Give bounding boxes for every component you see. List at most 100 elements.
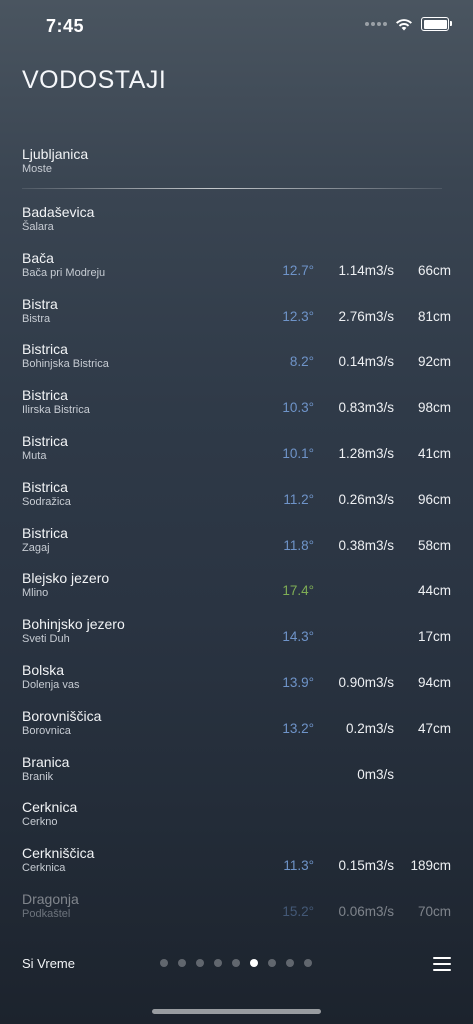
status-time: 7:45 — [46, 16, 85, 36]
page-dot[interactable] — [268, 959, 276, 967]
station-row[interactable]: Bohinjsko jezero Sveti Duh 14.3° 17cm — [0, 616, 473, 662]
river-name: Branica — [22, 753, 70, 770]
station-row[interactable]: Borovniščica Borovnica 13.2° 0.2m3/s 47cm — [0, 708, 473, 754]
station-names: Branica Branik — [22, 754, 69, 784]
water-flow: 0.14m3/s — [338, 354, 394, 370]
water-flow: 0.83m3/s — [338, 400, 394, 416]
station-names: Bistra Bistra — [22, 296, 58, 326]
page-dot[interactable] — [196, 959, 204, 967]
station-names: Bistrica Ilirska Bistrica — [22, 387, 90, 417]
water-temperature: 11.8° — [283, 537, 314, 553]
water-level: 92cm — [417, 354, 451, 370]
page-dot[interactable] — [178, 959, 186, 967]
water-flow: 0.2m3/s — [345, 720, 394, 736]
station-row[interactable]: Cerkniščica Cerknica 11.3° 0.15m3/s 189cm — [0, 845, 473, 891]
water-temperature: 14.3° — [282, 629, 314, 645]
status-bar: 7:45 — [0, 0, 473, 50]
water-level: 58cm — [417, 537, 451, 553]
water-temperature: 15.2° — [282, 903, 314, 919]
page-dot[interactable] — [304, 959, 312, 967]
station-names: Bistrica Bohinjska Bistrica — [22, 341, 109, 371]
river-name: Bistrica — [22, 478, 68, 495]
station-name: Muta — [22, 449, 47, 462]
water-level: 41cm — [417, 445, 451, 461]
station-names: Blejsko jezero Mlino — [22, 570, 109, 600]
page-dot[interactable] — [214, 959, 222, 967]
station-row[interactable]: Bača Bača pri Modreju 12.7° 1.14m3/s 66cm — [0, 250, 473, 296]
favorite-station[interactable]: Ljubljanica Moste — [22, 146, 88, 176]
water-flow: 0.90m3/s — [338, 674, 394, 690]
water-temperature: 17.4° — [282, 583, 314, 599]
water-flow: 2.76m3/s — [338, 308, 394, 324]
favorite-station-name: Moste — [22, 163, 52, 175]
station-row[interactable]: Bolska Dolenja vas 13.9° 0.90m3/s 94cm — [0, 662, 473, 708]
home-indicator[interactable] — [152, 1009, 321, 1014]
water-temperature: 11.2° — [283, 491, 314, 507]
station-name: Borovnica — [22, 724, 71, 737]
river-name: Bistrica — [22, 387, 68, 404]
station-name: Sodražica — [22, 495, 71, 508]
water-flow: 0m3/s — [357, 766, 394, 782]
water-flow: 1.28m3/s — [338, 445, 394, 461]
station-row[interactable]: Cerknica Cerkno — [0, 799, 473, 845]
station-name: Bohinjska Bistrica — [22, 358, 109, 371]
station-name: Šalara — [22, 221, 54, 233]
station-names: Cerknica Cerkno — [22, 799, 77, 829]
station-names: Bistrica Muta — [22, 433, 68, 463]
page-indicator[interactable] — [160, 959, 312, 967]
favorite-river-name: Ljubljanica — [22, 146, 89, 162]
station-name: Sveti Duh — [22, 633, 70, 646]
station-names: Bistrica Zagaj — [22, 525, 68, 555]
station-row[interactable]: Blejsko jezero Mlino 17.4° 44cm — [0, 570, 473, 616]
station-row[interactable]: Bistrica Muta 10.1° 1.28m3/s 41cm — [0, 433, 473, 479]
station-row[interactable]: Branica Branik 0m3/s — [0, 754, 473, 800]
river-name: Bistrica — [22, 524, 68, 541]
page-dot[interactable] — [286, 959, 294, 967]
hamburger-menu-icon[interactable] — [433, 957, 451, 971]
water-level: 44cm — [417, 583, 451, 599]
station-name: Ilirska Bistrica — [22, 404, 90, 417]
station-names: Dragonja Podkaštel — [22, 891, 79, 921]
station-list[interactable]: Badaševica Šalara Bača Bača pri Modreju 12.7… — [0, 204, 473, 937]
station-row[interactable]: Dragonja Podkaštel 15.2° 0.06m3/s 70cm — [0, 891, 473, 937]
battery-icon — [421, 17, 452, 31]
station-name: Podkaštel — [22, 907, 71, 920]
water-flow: 0.38m3/s — [338, 537, 394, 553]
station-names: Bohinjsko jezero Sveti Duh — [22, 616, 125, 646]
page-dot[interactable] — [232, 959, 240, 967]
river-name: Cerknica — [22, 799, 78, 816]
page-dot[interactable] — [160, 959, 168, 967]
river-name: Cerkniščica — [22, 845, 95, 862]
station-names: Bača Bača pri Modreju — [22, 250, 105, 280]
station-names: Cerkniščica Cerknica — [22, 845, 94, 875]
station-row[interactable]: Bistrica Bohinjska Bistrica 8.2° 0.14m3/s 92… — [0, 341, 473, 387]
river-name: Badaševica — [22, 204, 95, 220]
station-row[interactable]: Bistrica Sodražica 11.2° 0.26m3/s 96cm — [0, 479, 473, 525]
page-dot[interactable] — [250, 959, 258, 967]
station-names: Bistrica Sodražica — [22, 479, 71, 509]
station-row[interactable]: Bistra Bistra 12.3° 2.76m3/s 81cm — [0, 296, 473, 342]
water-flow: 0.06m3/s — [338, 903, 394, 919]
station-name: Zagaj — [22, 541, 50, 554]
water-temperature: 11.3° — [283, 858, 314, 874]
river-name: Blejsko jezero — [22, 570, 110, 587]
brand-label[interactable]: Si Vreme — [22, 956, 75, 971]
water-level: 66cm — [417, 262, 451, 278]
station-name: Branik — [22, 770, 54, 783]
wifi-icon — [396, 18, 412, 30]
station-row[interactable]: Bistrica Ilirska Bistrica 10.3° 0.83m3/s 98c… — [0, 387, 473, 433]
water-temperature: 12.3° — [282, 308, 314, 324]
station-row[interactable]: Badaševica Šalara — [0, 204, 473, 250]
water-flow: 0.26m3/s — [338, 491, 394, 507]
station-name: Cerkno — [22, 816, 58, 829]
station-name: Bača pri Modreju — [22, 266, 106, 279]
station-names: Borovniščica Borovnica — [22, 708, 101, 738]
station-name: Bistra — [22, 312, 51, 325]
water-temperature: 10.3° — [282, 400, 314, 416]
river-name: Bohinjsko jezero — [22, 616, 125, 633]
favorite-divider — [22, 188, 442, 189]
station-names: Badaševica Šalara — [22, 204, 94, 234]
water-level: 47cm — [417, 720, 451, 736]
station-row[interactable]: Bistrica Zagaj 11.8° 0.38m3/s 58cm — [0, 525, 473, 571]
water-level: 17cm — [417, 629, 451, 645]
